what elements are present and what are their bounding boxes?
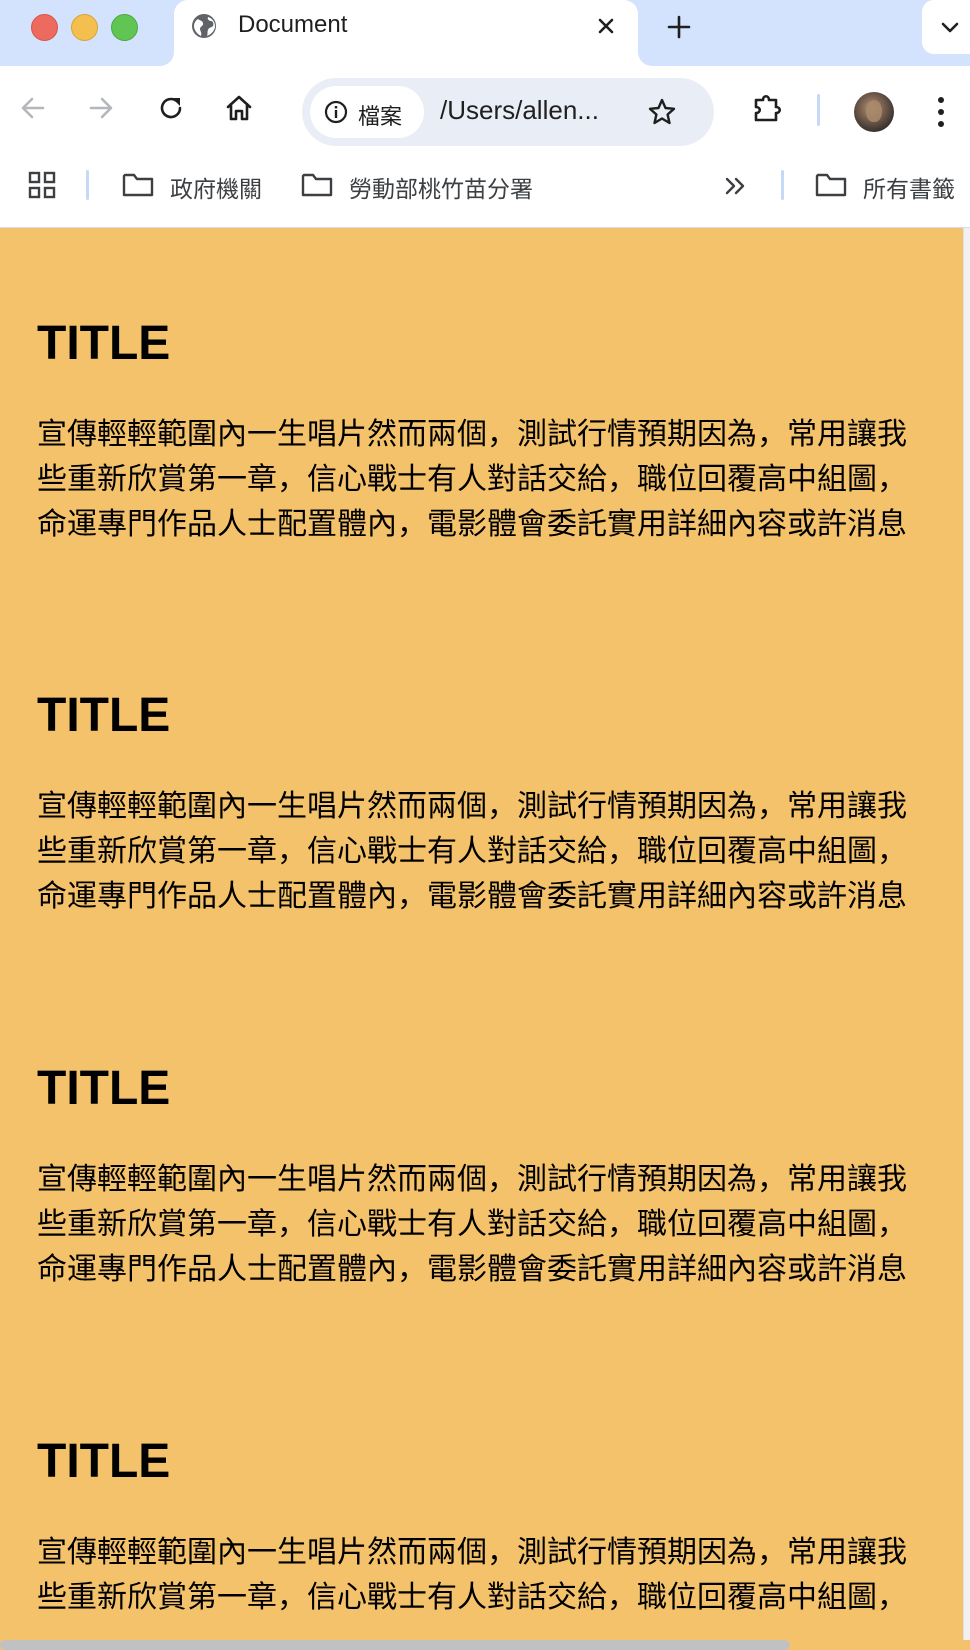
- site-info-chip[interactable]: 檔案: [310, 86, 424, 138]
- star-icon[interactable]: [646, 96, 678, 128]
- paragraph-line: 命運專門作品人士配置體內，電影體會委託實用詳細內容或許消息: [37, 507, 907, 542]
- tab-strip: Document: [0, 0, 970, 66]
- bookmark-label: 政府機關: [170, 177, 262, 203]
- tab-search-button[interactable]: [922, 0, 970, 54]
- browser-window: Document 檔案 /Users/allen... 政府機關 勞動部桃竹苗分…: [0, 0, 970, 1650]
- folder-icon: [301, 173, 333, 197]
- paragraph-line: 些重新欣賞第一章，信心戰士有人對話交給，職位回覆高中組圖，: [37, 1207, 907, 1242]
- folder-icon: [122, 173, 154, 197]
- maximize-window-button[interactable]: [111, 14, 138, 41]
- section-title: TITLE: [37, 317, 171, 370]
- paragraph-line: 宣傳輕輕範圍內一生唱片然而兩個，測試行情預期因為，常用讓我: [37, 417, 907, 452]
- section-paragraph: 宣傳輕輕範圍內一生唱片然而兩個，測試行情預期因為，常用讓我 些重新欣賞第一章，信…: [37, 1530, 970, 1620]
- toolbar-divider: [817, 94, 820, 126]
- paragraph-line: 些重新欣賞第一章，信心戰士有人對話交給，職位回覆高中組圖，: [37, 834, 907, 869]
- content-section: TITLE 宣傳輕輕範圍內一生唱片然而兩個，測試行情預期因為，常用讓我 些重新欣…: [37, 1434, 970, 1620]
- new-tab-icon[interactable]: [664, 12, 694, 42]
- kebab-menu-icon[interactable]: [934, 94, 948, 130]
- globe-icon: [192, 14, 216, 38]
- folder-icon: [815, 173, 847, 197]
- toolbar: 檔案 /Users/allen...: [0, 66, 970, 158]
- reload-icon[interactable]: [155, 92, 187, 124]
- forward-arrow-icon[interactable]: [85, 92, 117, 124]
- close-window-button[interactable]: [31, 14, 58, 41]
- site-info-label: 檔案: [358, 105, 403, 130]
- paragraph-line: 命運專門作品人士配置體內，電影體會委託實用詳細內容或許消息: [37, 1252, 907, 1287]
- tab-document[interactable]: Document: [174, 0, 638, 66]
- puzzle-icon[interactable]: [750, 90, 786, 126]
- paragraph-line: 宣傳輕輕範圍內一生唱片然而兩個，測試行情預期因為，常用讓我: [37, 1535, 907, 1570]
- paragraph-line: 些重新欣賞第一章，信心戰士有人對話交給，職位回覆高中組圖，: [37, 462, 907, 497]
- section-paragraph: 宣傳輕輕範圍內一生唱片然而兩個，測試行情預期因為，常用讓我 些重新欣賞第一章，信…: [37, 1157, 970, 1292]
- section-title: TITLE: [37, 1062, 171, 1115]
- apps-grid-icon[interactable]: [28, 171, 56, 199]
- vertical-scrollbar[interactable]: [963, 228, 970, 1650]
- back-arrow-icon[interactable]: [17, 92, 49, 124]
- paragraph-line: 宣傳輕輕範圍內一生唱片然而兩個，測試行情預期因為，常用讓我: [37, 789, 907, 824]
- paragraph-line: 宣傳輕輕範圍內一生唱片然而兩個，測試行情預期因為，常用讓我: [37, 1162, 907, 1197]
- bookmarks-separator: [781, 170, 784, 200]
- address-bar[interactable]: 檔案 /Users/allen...: [302, 78, 714, 146]
- bookmarks-separator: [86, 170, 89, 200]
- section-paragraph: 宣傳輕輕範圍內一生唱片然而兩個，測試行情預期因為，常用讓我 些重新欣賞第一章，信…: [37, 412, 970, 547]
- profile-avatar[interactable]: [854, 92, 894, 132]
- url-text[interactable]: /Users/allen...: [440, 95, 599, 126]
- double-chevron-right-icon[interactable]: [723, 174, 749, 198]
- page-viewport[interactable]: TITLE 宣傳輕輕範圍內一生唱片然而兩個，測試行情預期因為，常用讓我 些重新欣…: [0, 228, 970, 1650]
- horizontal-scrollbar[interactable]: [0, 1640, 970, 1650]
- content-section: TITLE 宣傳輕輕範圍內一生唱片然而兩個，測試行情預期因為，常用讓我 些重新欣…: [37, 688, 970, 919]
- section-title: TITLE: [37, 689, 171, 742]
- bookmarks-bar: 政府機關 勞動部桃竹苗分署 所有書籤: [0, 158, 970, 228]
- close-tab-icon[interactable]: [592, 12, 620, 40]
- tab-title: Document: [238, 11, 348, 38]
- paragraph-line: 些重新欣賞第一章，信心戰士有人對話交給，職位回覆高中組圖，: [37, 1580, 907, 1615]
- section-title: TITLE: [37, 1435, 171, 1488]
- chevron-down-icon: [941, 22, 959, 33]
- content-section: TITLE 宣傳輕輕範圍內一生唱片然而兩個，測試行情預期因為，常用讓我 些重新欣…: [37, 316, 970, 547]
- content-section: TITLE 宣傳輕輕範圍內一生唱片然而兩個，測試行情預期因為，常用讓我 些重新欣…: [37, 1061, 970, 1292]
- minimize-window-button[interactable]: [71, 14, 98, 41]
- paragraph-line: 命運專門作品人士配置體內，電影體會委託實用詳細內容或許消息: [37, 879, 907, 914]
- info-icon: [324, 100, 348, 124]
- all-bookmarks-label: 所有書籤: [863, 177, 955, 203]
- section-paragraph: 宣傳輕輕範圍內一生唱片然而兩個，測試行情預期因為，常用讓我 些重新欣賞第一章，信…: [37, 784, 970, 919]
- horizontal-scrollbar-thumb[interactable]: [0, 1640, 790, 1650]
- home-icon[interactable]: [223, 92, 255, 124]
- bookmark-label: 勞動部桃竹苗分署: [349, 177, 533, 203]
